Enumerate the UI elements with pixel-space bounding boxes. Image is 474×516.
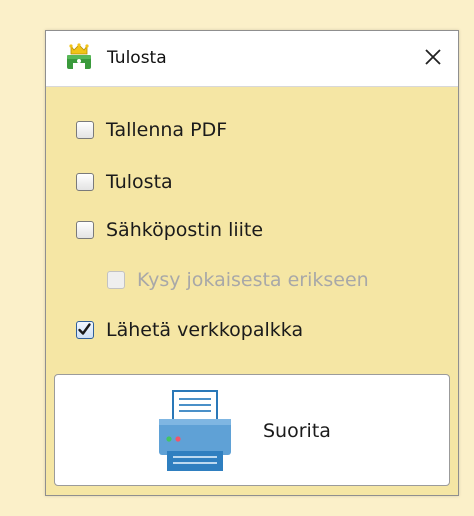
option-email-attachment-label: Sähköpostin liite bbox=[106, 219, 264, 241]
option-ask-each: Kysy jokaisesta erikseen bbox=[107, 266, 369, 294]
printer-crown-icon bbox=[67, 43, 91, 69]
checkbox-email-attachment[interactable] bbox=[76, 221, 94, 239]
checkbox-print[interactable] bbox=[76, 173, 94, 191]
option-send-payslip-label: Lähetä verkkopalkka bbox=[106, 319, 304, 341]
print-dialog: Tulosta Tallenna PDF Tulosta Sähköpostin… bbox=[45, 30, 459, 496]
option-send-payslip[interactable]: Lähetä verkkopalkka bbox=[76, 316, 303, 344]
option-ask-each-label: Kysy jokaisesta erikseen bbox=[137, 269, 369, 291]
option-print-label: Tulosta bbox=[106, 171, 173, 193]
dialog-title: Tulosta bbox=[107, 48, 167, 68]
printer-icon bbox=[159, 390, 231, 471]
checkbox-save-pdf[interactable] bbox=[76, 121, 94, 139]
option-print[interactable]: Tulosta bbox=[76, 168, 173, 196]
close-button[interactable] bbox=[420, 44, 446, 70]
checkmark-icon bbox=[78, 323, 91, 335]
run-button-label: Suorita bbox=[263, 420, 331, 442]
title-bar: Tulosta bbox=[46, 31, 458, 87]
checkbox-ask-each bbox=[107, 271, 125, 289]
option-save-pdf[interactable]: Tallenna PDF bbox=[76, 116, 227, 144]
option-save-pdf-label: Tallenna PDF bbox=[106, 119, 228, 141]
run-button[interactable]: Suorita bbox=[54, 374, 450, 486]
option-email-attachment[interactable]: Sähköpostin liite bbox=[76, 216, 263, 244]
checkbox-send-payslip[interactable] bbox=[76, 321, 94, 339]
close-icon bbox=[425, 49, 441, 65]
